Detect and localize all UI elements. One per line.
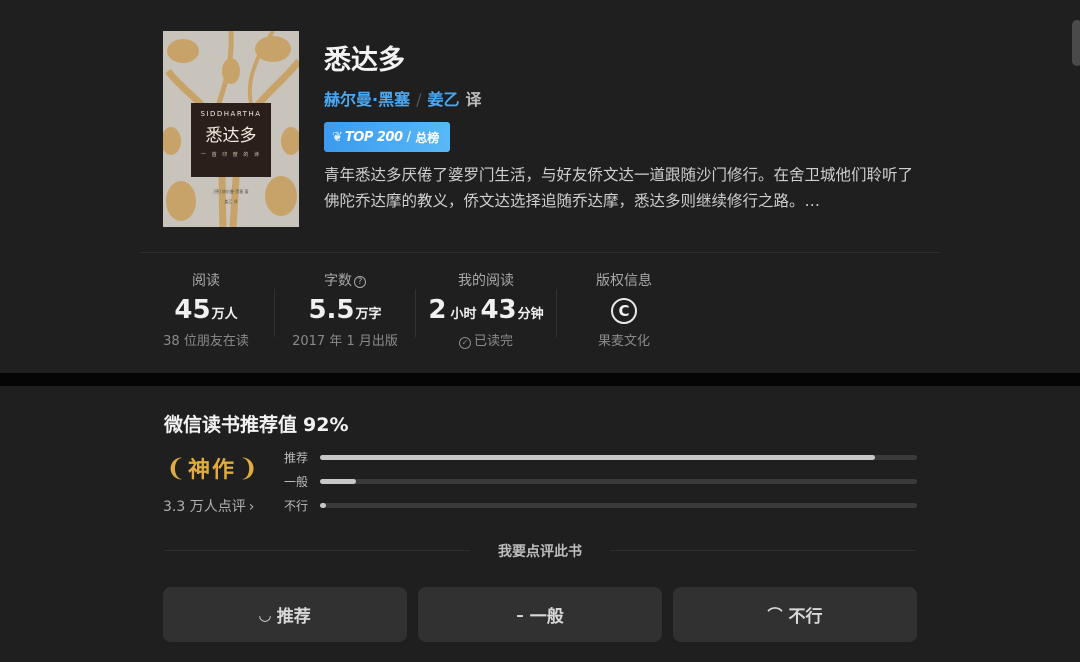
- cover-en-title: SIDDHARTHA: [200, 110, 262, 118]
- divider: [610, 550, 916, 551]
- author-link[interactable]: 赫尔曼·黑塞: [324, 90, 410, 109]
- stat-reads-unit: 万人: [211, 307, 238, 322]
- copyright-icon: C: [611, 297, 637, 324]
- stat-my-reading[interactable]: 我的阅读 2 小时 43分钟 ✓ 已读完: [421, 270, 551, 349]
- grade-label: 神作: [187, 458, 236, 483]
- cover-title-box: SIDDHARTHA 悉达多 一 首 印 度 的 诗: [191, 103, 271, 177]
- stat-words-unit: 万字: [355, 307, 382, 322]
- book-description[interactable]: 青年悉达多厌倦了婆罗门生活，与好友侨文达一道跟随沙门修行。在舍卫城他们聆听了佛陀…: [324, 162, 919, 214]
- divider: [140, 252, 940, 253]
- rating-bar-fill: [320, 503, 326, 508]
- stat-divider: [274, 289, 275, 337]
- reading-minutes-unit: 分钟: [517, 307, 544, 322]
- author-line: 赫尔曼·黑塞 / 姜乙译: [324, 86, 482, 110]
- cover-author: [德] 赫尔曼·黑塞 著: [213, 189, 249, 194]
- divider: [164, 550, 470, 551]
- rating-bar-label: 不行: [284, 499, 309, 513]
- friends-reading: 38 位朋友在读: [163, 334, 249, 349]
- review-count-link[interactable]: 3.3 万人点评 ›: [163, 496, 254, 516]
- badge-top-label: TOP 200: [344, 129, 403, 145]
- stat-words-value: 5.5: [308, 295, 355, 325]
- rating-bar-fill: [320, 479, 356, 484]
- book-title: 悉达多: [324, 45, 405, 76]
- rating-bar-track: [320, 455, 917, 460]
- stat-divider: [556, 289, 557, 337]
- author-separator: /: [416, 90, 422, 109]
- stat-copyright-label: 版权信息: [596, 273, 652, 289]
- vote-average-label: 一般: [529, 607, 564, 627]
- publish-date: 2017 年 1 月出版: [292, 334, 398, 349]
- rating-bar-label: 一般: [284, 475, 309, 489]
- badge-rank-label: 总榜: [415, 130, 440, 145]
- laurel-right-icon: ❩: [238, 454, 259, 482]
- cover-translator: 姜乙 译: [224, 199, 238, 204]
- reading-hours: 2: [428, 295, 447, 325]
- stat-copyright[interactable]: 版权信息 C 果麦文化: [559, 270, 689, 349]
- finished-label: 已读完: [473, 334, 513, 349]
- stat-reads-value: 45: [174, 295, 211, 325]
- cover-cn-title: 悉达多: [205, 126, 257, 146]
- rating-bar-label: 推荐: [284, 451, 309, 465]
- rating-bar-fill: [320, 455, 876, 460]
- book-cover[interactable]: SIDDHARTHA 悉达多 一 首 印 度 的 诗 [德] 赫尔曼·黑塞 著 …: [163, 31, 299, 227]
- laurel-left-icon: ❨: [165, 454, 186, 482]
- recommendation-title: 微信读书推荐值 92%: [164, 410, 349, 437]
- vote-bad-button[interactable]: ⌒ 不行: [673, 587, 917, 642]
- stat-words: 字数? 5.5万字 2017 年 1 月出版: [280, 270, 410, 349]
- stat-divider: [415, 289, 416, 337]
- frown-icon: ⌒: [767, 606, 783, 624]
- recommendation-label: 微信读书推荐值: [164, 414, 298, 436]
- neutral-face-icon: –: [516, 605, 524, 624]
- laurel-icon: ❦: [332, 129, 343, 145]
- translator-link[interactable]: 姜乙: [427, 90, 459, 109]
- translator-suffix: 译: [465, 90, 482, 109]
- stat-my-reading-label: 我的阅读: [458, 273, 514, 289]
- review-count: 3.3 万人点评: [163, 499, 246, 515]
- stat-words-label: 字数: [324, 273, 352, 289]
- scrollbar-thumb[interactable]: [1072, 20, 1080, 66]
- review-prompt: 我要点评此书: [498, 544, 582, 560]
- grade-badge: ❨ 神作 ❩: [164, 448, 260, 488]
- help-icon[interactable]: ?: [354, 276, 366, 288]
- top200-badge[interactable]: ❦ TOP 200 / 总榜: [324, 122, 450, 152]
- vote-bad-label: 不行: [788, 607, 823, 627]
- recommendation-percent: 92%: [303, 414, 349, 436]
- reading-minutes: 43: [480, 295, 517, 325]
- stat-reads[interactable]: 阅读 45万人 38 位朋友在读: [141, 270, 271, 349]
- chevron-right-icon: ›: [248, 499, 255, 515]
- vote-recommend-button[interactable]: ◡ 推荐: [163, 587, 407, 642]
- stat-reads-label: 阅读: [192, 273, 220, 289]
- check-circle-icon: ✓: [458, 337, 471, 349]
- smile-icon: ◡: [259, 605, 271, 624]
- reading-hours-unit: 小时: [450, 307, 477, 322]
- vote-average-button[interactable]: – 一般: [418, 587, 662, 642]
- cover-subtitle: 一 首 印 度 的 诗: [201, 152, 261, 158]
- rating-bar-track: [320, 479, 917, 484]
- vote-recommend-label: 推荐: [276, 607, 311, 627]
- rating-bar-track: [320, 503, 917, 508]
- publisher: 果麦文化: [597, 334, 650, 349]
